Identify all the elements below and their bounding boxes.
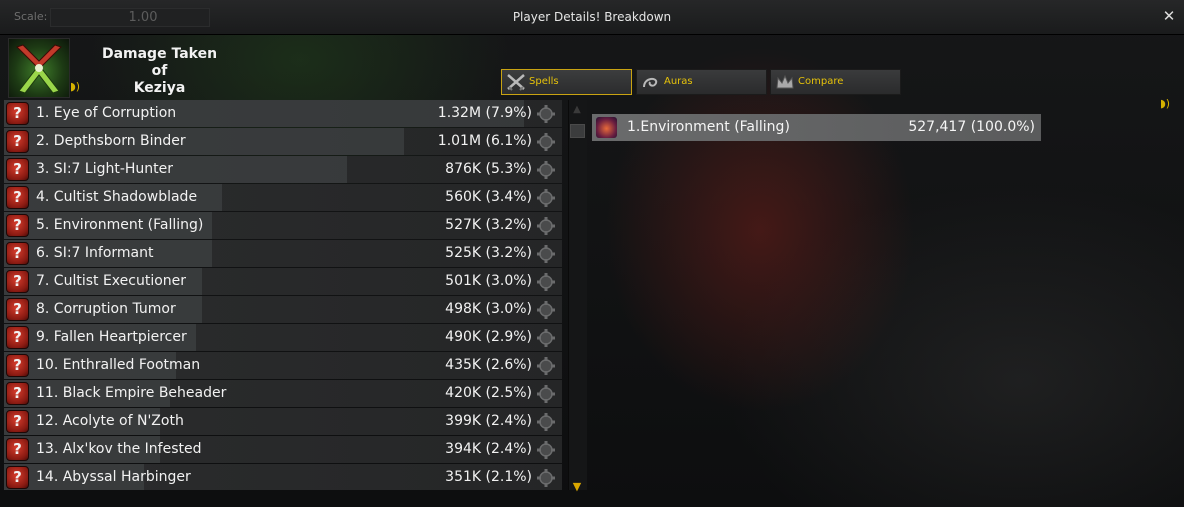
list-item-name: 3. SI:7 Light-Hunter [36,161,174,177]
list-item-name: 7. Cultist Executioner [36,273,187,289]
list-item-value: 525K (3.2%) [445,245,532,261]
class-emblem-icon [16,44,62,94]
list-item-value: 351K (2.1%) [445,469,532,485]
page-title-line1: Damage Taken of [101,46,218,79]
question-mark-icon: ? [6,186,29,209]
list-item-value: 1.32M (7.9%) [437,105,532,121]
tab-compare-label: Compare [798,76,844,87]
list-item-value: 435K (2.6%) [445,357,532,373]
list-item-name: 14. Abyssal Harbinger [36,469,191,485]
page-title: Damage Taken of Keziya [92,46,227,97]
list-item[interactable]: ? 9. Fallen Heartpiercer 490K (2.9%) [4,324,562,351]
list-item[interactable]: ? 14. Abyssal Harbinger 351K (2.1%) [4,464,562,490]
page-title-line2: Keziya [133,80,186,96]
list-item-name: 6. SI:7 Informant [36,245,154,261]
list-item-name: 9. Fallen Heartpiercer [36,329,187,345]
tab-spells[interactable]: Spells [501,69,632,95]
list-scrollbar[interactable] [568,100,587,490]
list-item-value: 876K (5.3%) [445,161,532,177]
falling-spell-icon [596,117,617,138]
sound-icon[interactable]: ◗) [1160,97,1170,110]
list-item-name: 10. Enthralled Footman [36,357,201,373]
list-item[interactable]: ? 3. SI:7 Light-Hunter 876K (5.3%) [4,156,562,183]
list-item-name: 4. Cultist Shadowblade [36,189,198,205]
list-item-value: 560K (3.4%) [445,189,532,205]
list-item-name: 1. Eye of Corruption [36,105,177,121]
list-item-value: 1.01M (6.1%) [437,133,532,149]
title-bar[interactable]: Scale: 1.00 Player Details! Breakdown ✕ [0,0,1184,35]
list-item-value: 394K (2.4%) [445,441,532,457]
gear-icon[interactable] [536,328,556,348]
gear-icon[interactable] [536,468,556,488]
list-item[interactable]: ? 13. Alx'kov the Infested 394K (2.4%) [4,436,562,463]
player-portrait [8,38,70,98]
question-mark-icon: ? [6,242,29,265]
question-mark-icon: ? [6,158,29,181]
gear-icon[interactable] [536,412,556,432]
list-item-value: 527K (3.2%) [445,217,532,233]
gear-icon[interactable] [536,104,556,124]
list-item-name: 12. Acolyte of N'Zoth [36,413,184,429]
question-mark-icon: ? [6,382,29,405]
crown-icon [776,74,794,89]
question-mark-icon: ? [6,270,29,293]
list-item-value: 399K (2.4%) [445,413,532,429]
list-item-value: 501K (3.0%) [445,273,532,289]
question-mark-icon: ? [6,214,29,237]
tab-auras-label: Auras [664,76,693,87]
list-item[interactable]: ? 8. Corruption Tumor 498K (3.0%) [4,296,562,323]
list-item[interactable]: ? 4. Cultist Shadowblade 560K (3.4%) [4,184,562,211]
gear-icon[interactable] [536,300,556,320]
gear-icon[interactable] [536,356,556,376]
list-item[interactable]: ? 11. Black Empire Beheader 420K (2.5%) [4,380,562,407]
spell-row[interactable]: 1.Environment (Falling) 527,417 (100.0%) [592,114,1041,141]
gear-icon[interactable] [536,272,556,292]
list-item[interactable]: ? 7. Cultist Executioner 501K (3.0%) [4,268,562,295]
list-item-value: 490K (2.9%) [445,329,532,345]
sound-icon[interactable]: ◗) [70,80,80,93]
question-mark-icon: ? [6,130,29,153]
gear-icon[interactable] [536,188,556,208]
aura-swirl-icon [643,77,658,88]
crossed-swords-icon [507,74,525,91]
tab-auras[interactable]: Auras [636,69,767,95]
list-item[interactable]: ? 10. Enthralled Footman 435K (2.6%) [4,352,562,379]
list-item-name: 2. Depthsborn Binder [36,133,186,149]
list-item[interactable]: ? 6. SI:7 Informant 525K (3.2%) [4,240,562,267]
list-item-value: 420K (2.5%) [445,385,532,401]
gear-icon[interactable] [536,384,556,404]
question-mark-icon: ? [6,354,29,377]
question-mark-icon: ? [6,326,29,349]
list-item-name: 5. Environment (Falling) [36,217,204,233]
list-item-value: 498K (3.0%) [445,301,532,317]
tab-spells-label: Spells [529,76,559,87]
gear-icon[interactable] [536,440,556,460]
gear-icon[interactable] [536,160,556,180]
gear-icon[interactable] [536,132,556,152]
list-item[interactable]: ? 12. Acolyte of N'Zoth 399K (2.4%) [4,408,562,435]
question-mark-icon: ? [6,102,29,125]
scroll-thumb[interactable] [570,124,585,138]
window-title: Player Details! Breakdown [512,10,672,24]
gear-icon[interactable] [536,216,556,236]
list-item[interactable]: ? 1. Eye of Corruption 1.32M (7.9%) [4,100,562,127]
spell-name: 1.Environment (Falling) [627,119,790,135]
scroll-up-arrow-icon[interactable]: ▲ [568,103,586,117]
close-button[interactable]: ✕ [1160,7,1178,25]
damage-source-list[interactable]: ? 1. Eye of Corruption 1.32M (7.9%)? 2. Dep… [4,100,562,490]
list-item[interactable]: ? 5. Environment (Falling) 527K (3.2%) [4,212,562,239]
scroll-down-arrow-icon[interactable]: ▼ [568,480,586,494]
list-item[interactable]: ? 2. Depthsborn Binder 1.01M (6.1%) [4,128,562,155]
question-mark-icon: ? [6,438,29,461]
list-item-name: 11. Black Empire Beheader [36,385,227,401]
question-mark-icon: ? [6,298,29,321]
question-mark-icon: ? [6,410,29,433]
tab-compare[interactable]: Compare [770,69,901,95]
gear-icon[interactable] [536,244,556,264]
list-item-name: 13. Alx'kov the Infested [36,441,202,457]
question-mark-icon: ? [6,466,29,489]
spell-value: 527,417 (100.0%) [908,119,1035,135]
list-item-name: 8. Corruption Tumor [36,301,176,317]
